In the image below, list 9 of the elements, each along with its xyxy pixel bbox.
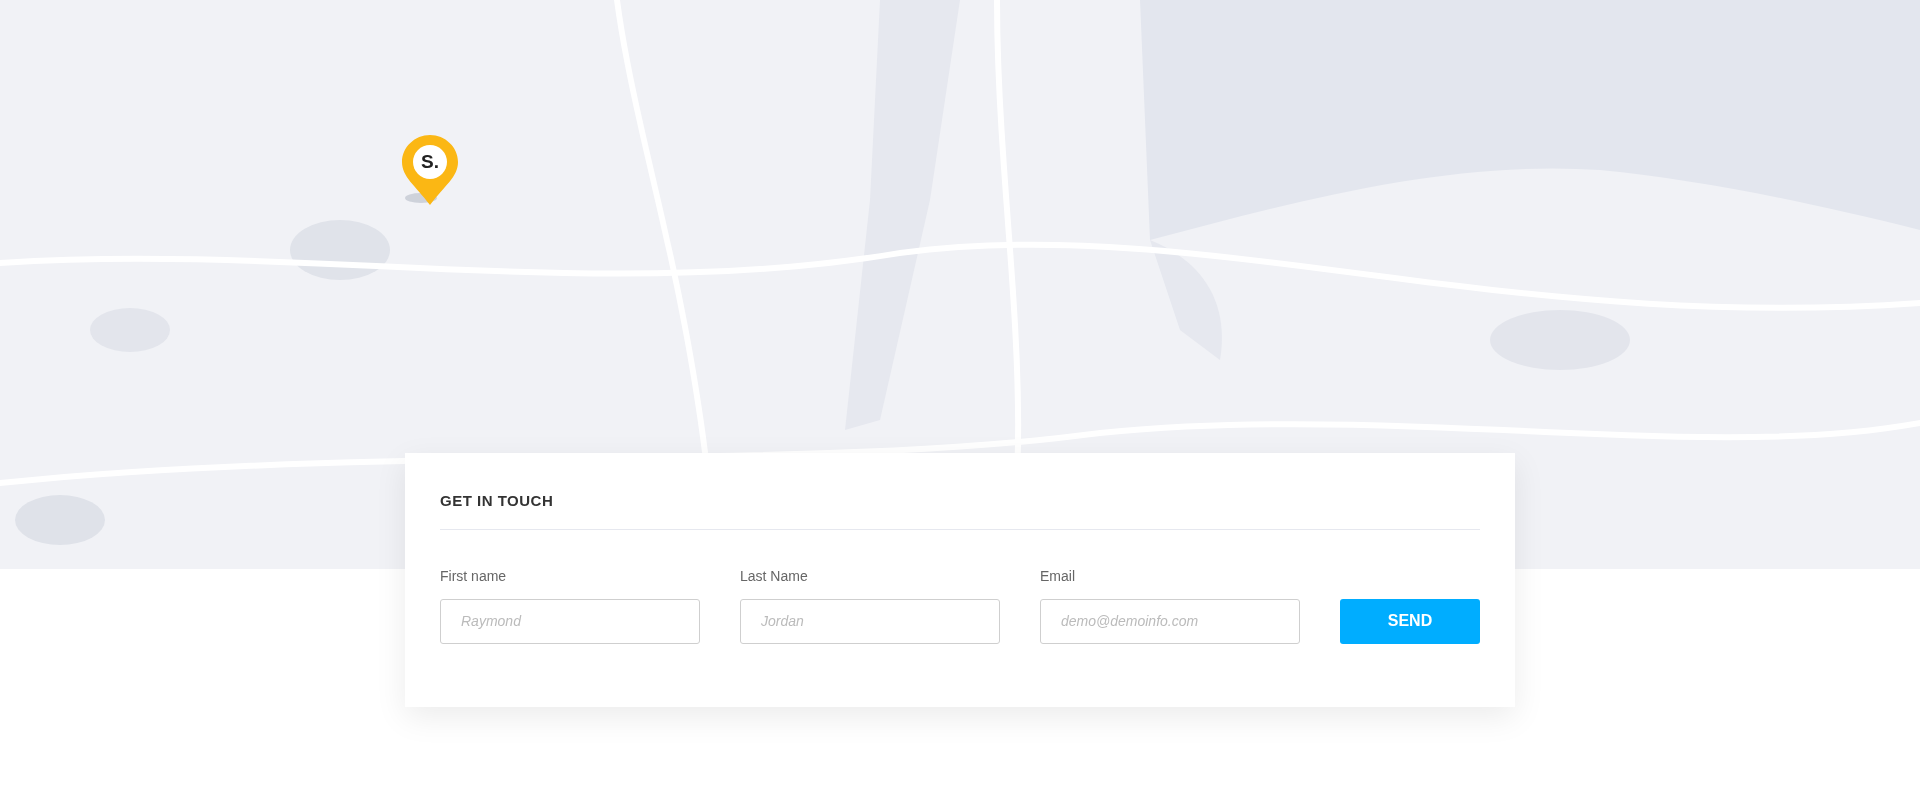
card-title: GET IN TOUCH bbox=[440, 490, 1480, 530]
field-label: Email bbox=[1040, 566, 1075, 586]
marker-label: S. bbox=[420, 151, 440, 173]
input-field[interactable]: demo@demoinfo.com bbox=[1040, 598, 1300, 644]
field-label: Last Name bbox=[740, 566, 808, 586]
input-field[interactable]: Jordan bbox=[740, 598, 1000, 644]
field-label: First name bbox=[440, 566, 507, 586]
input-field[interactable]: Raymond bbox=[440, 598, 700, 644]
send-button[interactable]: SEND bbox=[1340, 598, 1480, 644]
